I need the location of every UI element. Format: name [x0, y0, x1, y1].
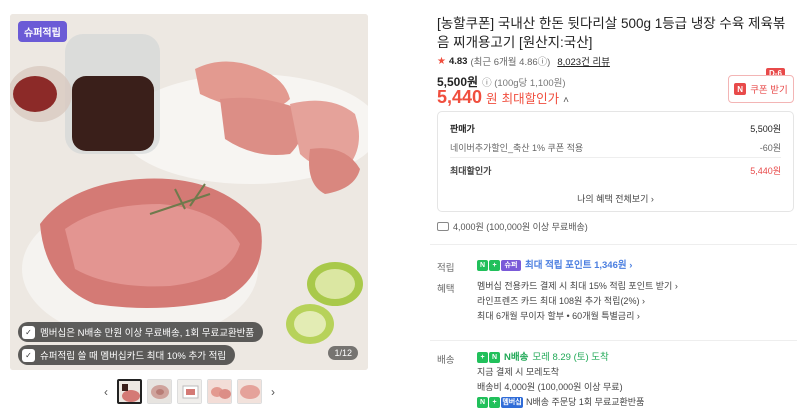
truck-icon	[437, 222, 449, 231]
get-coupon-button[interactable]: N 쿠폰 받기	[728, 75, 794, 103]
thumbnail-item[interactable]	[117, 379, 142, 404]
membership-shipping-text: 멤버십은 N배송 만원 이상 무료배송, 1회 무료교환반품	[40, 328, 255, 339]
chevron-up-icon: ˄	[563, 95, 569, 106]
product-main-image[interactable]: 슈퍼적립 ✓ 멤버십은 N배송 만원 이상 무료배송, 1회 무료교환반품 ✓ …	[10, 14, 368, 370]
max-points-text: 최대 적립 포인트 1,346원 ›	[525, 260, 633, 271]
delivery-line: 지금 결제 시 모레도착	[477, 367, 560, 377]
thumbnail-strip: ‹ ›	[100, 379, 279, 404]
section-divider	[430, 244, 797, 245]
points-content: N + 슈퍼 최대 적립 포인트 1,346원 ›	[477, 258, 632, 273]
super-chip: 슈퍼	[501, 260, 521, 271]
benefit-item[interactable]: 라인프렌즈 카드 최대 108원 추가 적립(2%) ›	[477, 294, 678, 309]
max-discount-row-value: 5,440원	[750, 166, 781, 176]
membership-chip: N + 멤버십	[477, 397, 523, 408]
price-breakdown-box: 판매가 5,500원 네이버추가할인_축산 1% 쿠폰 적용 -60원 최대할인…	[437, 111, 794, 212]
delivery-date: 모레 8.29 (토) 도착	[532, 352, 609, 363]
rating-summary: ★ 4.83 (최근 6개월 4.86ⓘ) 8,023건 리뷰	[437, 54, 610, 69]
rating-detail[interactable]: (최근 6개월 4.86ⓘ)	[470, 54, 550, 68]
thumbnail-item[interactable]	[177, 379, 202, 404]
benefits-list: 멤버십 전용카드 결제 시 최대 15% 적립 포인트 받기 › 라인프렌즈 카…	[477, 279, 678, 324]
max-discount-label: 최대할인가	[501, 92, 560, 106]
star-icon: ★	[437, 55, 446, 67]
breakdown-divider	[450, 157, 781, 158]
super-points-text: 슈퍼적립 쓸 때 멤버십카드 최대 10% 추가 적립	[40, 351, 227, 362]
delivery-label: 배송	[437, 355, 455, 366]
benefit-item[interactable]: 최대 6개월 무이자 할부 • 60개월 특별금리 ›	[477, 309, 678, 324]
membership-shipping-notice: ✓ 멤버십은 N배송 만원 이상 무료배송, 1회 무료교환반품	[18, 322, 264, 342]
extra-discount-label: 네이버추가할인_축산 1% 쿠폰 적용	[450, 143, 584, 153]
membership-icon: ✓	[22, 325, 35, 339]
extra-discount-row: 네이버추가할인_축산 1% 쿠폰 적용 -60원	[450, 141, 781, 154]
image-counter: 1/12	[328, 346, 358, 360]
get-coupon-label: 쿠폰 받기	[750, 85, 788, 96]
membership-label-chip: 멤버십	[501, 397, 523, 408]
max-discount-price: 5,440	[437, 87, 483, 107]
naver-n-icon: N	[489, 352, 500, 363]
delivery-info: + N N배송 모레 8.29 (토) 도착 지금 결제 시 모레도착 배송비 …	[477, 350, 644, 410]
thumbnail-prev-arrow[interactable]: ‹	[100, 385, 112, 399]
naver-n-icon: N	[477, 397, 488, 408]
free-return-text: N배송 주문당 1회 무료교환반품	[526, 397, 645, 407]
benefits-label: 혜택	[437, 284, 455, 295]
thumbnail-item[interactable]	[207, 379, 232, 404]
plus-icon: +	[477, 352, 488, 363]
thumbnail-next-arrow[interactable]: ›	[267, 385, 279, 399]
n-delivery-chip: + N	[477, 352, 500, 363]
sale-price-row: 판매가 5,500원	[450, 122, 781, 135]
plus-icon: +	[489, 397, 500, 408]
shipping-fee-text: 4,000원 (100,000원 이상 무료배송)	[453, 222, 588, 232]
plus-icon: +	[489, 260, 500, 271]
thumbnail-item[interactable]	[147, 379, 172, 404]
benefit-item[interactable]: 멤버십 전용카드 결제 시 최대 15% 적립 포인트 받기 ›	[477, 279, 678, 294]
max-discount-row-label: 최대할인가	[450, 166, 492, 176]
super-points-badge: 슈퍼적립	[18, 21, 67, 42]
delivery-eta[interactable]: + N N배송 모레 8.29 (토) 도착	[477, 350, 644, 365]
super-points-icon: ✓	[22, 348, 35, 362]
naver-plus-chip: N + 슈퍼	[477, 260, 521, 271]
max-discount-row: 최대할인가 5,440원	[450, 164, 781, 177]
n-delivery-label: N배송	[504, 352, 529, 363]
won-label: 원	[486, 92, 498, 106]
super-points-notice: ✓ 슈퍼적립 쓸 때 멤버십카드 최대 10% 추가 적립	[18, 345, 236, 365]
review-count-link[interactable]: 8,023건 리뷰	[557, 54, 610, 68]
sale-price-label: 판매가	[450, 124, 475, 134]
view-all-benefits-link[interactable]: 나의 혜택 전체보기 ›	[438, 192, 793, 205]
rating-score: 4.83	[448, 55, 468, 67]
delivery-line: 배송비 4,000원 (100,000원 이상 무료)	[477, 382, 623, 392]
points-label: 적립	[437, 263, 455, 274]
extra-discount-value: -60원	[759, 143, 781, 153]
naver-n-icon: N	[477, 260, 488, 271]
product-photo-illustration	[10, 14, 368, 370]
max-points-link[interactable]: N + 슈퍼 최대 적립 포인트 1,346원 ›	[477, 258, 632, 273]
section-divider	[430, 340, 797, 341]
thumbnail-item[interactable]	[237, 379, 262, 404]
naver-n-icon: N	[734, 83, 747, 95]
product-title: [농할쿠폰] 국내산 한돈 뒷다리살 500g 1등급 냉장 수육 제육볶음 찌…	[437, 16, 786, 50]
free-return-row: N + 멤버십 N배송 주문당 1회 무료교환반품	[477, 395, 644, 410]
max-discount-price-row[interactable]: 5,440 원 최대할인가 ˄	[437, 87, 569, 108]
shipping-fee-row: 4,000원 (100,000원 이상 무료배송)	[437, 220, 588, 233]
sale-price-value: 5,500원	[750, 124, 781, 134]
